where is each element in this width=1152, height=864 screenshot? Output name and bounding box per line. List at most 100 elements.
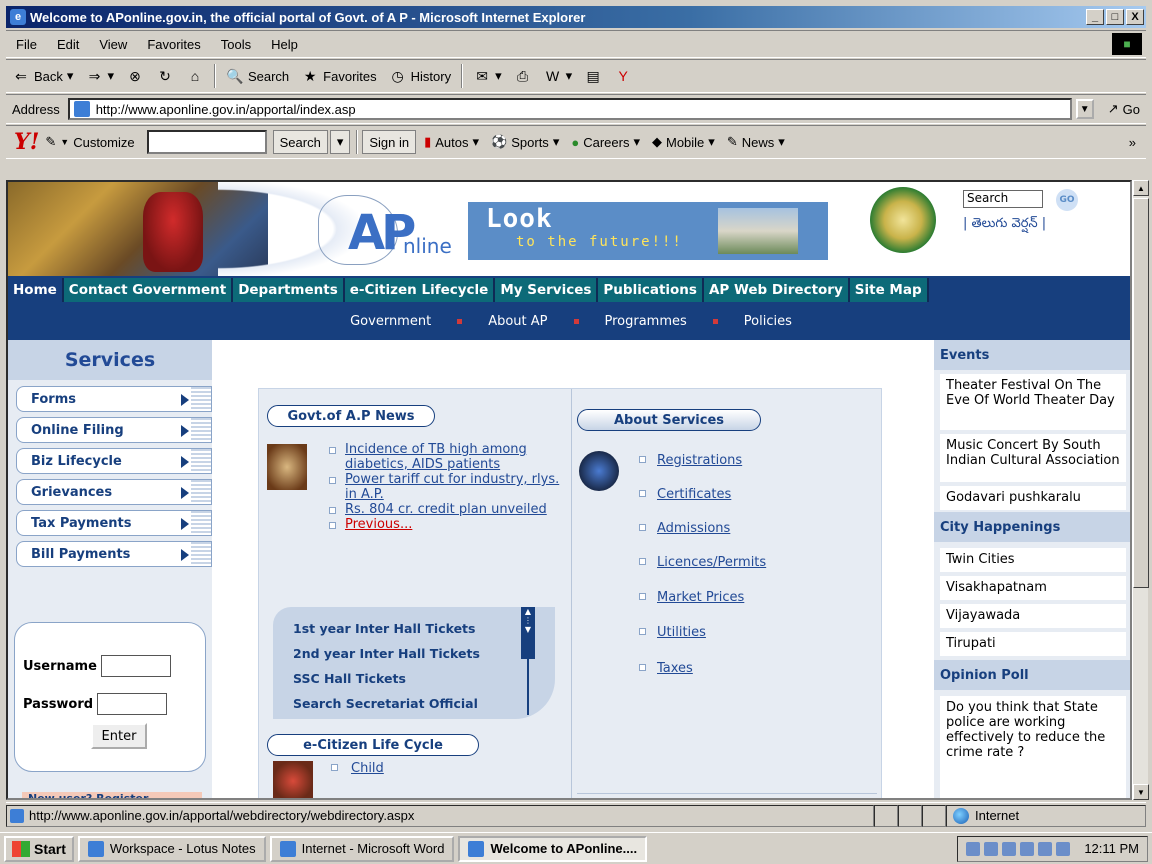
refresh-button[interactable]: ↻ (150, 67, 180, 85)
print-button[interactable]: ⎙ (508, 67, 538, 85)
hall-scrollbar[interactable]: ▲ ⋮ ▼ (521, 607, 535, 659)
tab-e-citizen-lifecycle[interactable]: e-Citizen Lifecycle (344, 278, 496, 302)
sports-link[interactable]: ⚽ Sports ▾ (485, 134, 565, 150)
telugu-version-link[interactable]: | తెలుగు వెర్షన్ | (963, 216, 1046, 234)
tray-icon[interactable] (966, 841, 981, 856)
subnav-government[interactable]: Government (334, 314, 447, 329)
menu-edit[interactable]: Edit (47, 37, 89, 52)
service-grievances[interactable]: Grievances (16, 479, 212, 505)
tray-icon[interactable] (984, 841, 999, 856)
messenger-button[interactable]: Y (608, 67, 638, 85)
search-button[interactable]: 🔍 Search (220, 67, 295, 85)
history-button[interactable]: ◷ History (383, 67, 457, 85)
tab-contact-government[interactable]: Contact Government (63, 278, 234, 302)
subnav-about-ap[interactable]: About AP (472, 314, 563, 329)
news-link[interactable]: ✎ News ▾ (721, 134, 791, 150)
hall-item-ssc[interactable]: SSC Hall Tickets (293, 671, 406, 686)
home-button[interactable]: ⌂ (180, 67, 210, 85)
tab-departments[interactable]: Departments (233, 278, 345, 302)
stop-button[interactable]: ⊗ (120, 67, 150, 85)
task-lotus-notes[interactable]: Workspace - Lotus Notes (77, 835, 266, 862)
hall-item-secretariat[interactable]: Search Secretariat Official (293, 696, 478, 711)
yahoo-search-input[interactable] (146, 130, 267, 154)
tab-my-services[interactable]: My Services (495, 278, 599, 302)
yahoo-search-dropdown[interactable]: ▾ (329, 130, 351, 154)
tab-ap-web-directory[interactable]: AP Web Directory (703, 278, 850, 302)
service-online-filing[interactable]: Online Filing (16, 417, 212, 443)
edit-word-button[interactable]: W ▾ (538, 67, 579, 85)
menu-file[interactable]: File (6, 37, 47, 52)
hall-item-2nd-year[interactable]: 2nd year Inter Hall Tickets (293, 646, 480, 661)
scroll-thumb[interactable] (1133, 198, 1149, 588)
city-twin-cities[interactable]: Twin Cities (940, 548, 1126, 572)
yahoo-search-button[interactable]: Search (272, 130, 328, 154)
close-button[interactable]: X (1126, 9, 1144, 25)
subnav-policies[interactable]: Policies (728, 314, 808, 329)
menu-help[interactable]: Help (261, 37, 308, 52)
enter-button[interactable]: Enter (91, 723, 147, 749)
event-music-concert[interactable]: Music Concert By South Indian Cultural A… (940, 434, 1126, 482)
about-licences-permits[interactable]: Licences/Permits (639, 555, 766, 570)
address-dropdown-button[interactable]: ▼ (1075, 99, 1094, 119)
start-button[interactable]: Start (4, 835, 74, 862)
tray-icon[interactable] (1020, 841, 1035, 856)
discuss-button[interactable]: ▤ (578, 67, 608, 85)
news-previous-link[interactable]: Previous... (327, 517, 567, 532)
about-market-prices[interactable]: Market Prices (639, 590, 744, 605)
scroll-up-icon[interactable]: ▲ (1133, 180, 1149, 196)
menu-view[interactable]: View (89, 37, 137, 52)
minimize-button[interactable]: _ (1086, 9, 1104, 25)
mobile-link[interactable]: ◆ Mobile ▾ (646, 134, 721, 150)
customize-button[interactable]: ✎ ▼ Customize (39, 134, 140, 150)
about-registrations[interactable]: Registrations (639, 453, 742, 468)
yahoo-logo[interactable]: Y! (14, 129, 39, 155)
mail-button[interactable]: ✉ ▾ (467, 67, 508, 85)
careers-link[interactable]: ● Careers ▾ (565, 134, 646, 150)
event-theater-festival[interactable]: Theater Festival On The Eve Of World The… (940, 374, 1126, 430)
city-tirupati[interactable]: Tirupati (940, 632, 1126, 656)
task-ie-aponline[interactable]: Welcome to APonline.... (458, 835, 648, 862)
more-chevron-icon[interactable]: » (1129, 135, 1146, 150)
forward-button[interactable]: ⇒ ▾ (79, 67, 120, 85)
menu-favorites[interactable]: Favorites (137, 37, 210, 52)
tab-home[interactable]: Home (8, 278, 64, 302)
city-visakhapatnam[interactable]: Visakhapatnam (940, 576, 1126, 600)
signin-button[interactable]: Sign in (362, 130, 417, 154)
about-taxes[interactable]: Taxes (639, 661, 693, 676)
tab-site-map[interactable]: Site Map (849, 278, 929, 302)
favorites-button[interactable]: ★ Favorites (295, 67, 382, 85)
scroll-down-icon[interactable]: ▼ (1133, 784, 1149, 800)
back-button[interactable]: ⇐ Back ▾ (6, 67, 79, 85)
new-user-register-link[interactable]: New user? Register (22, 792, 202, 798)
address-input[interactable]: http://www.aponline.gov.in/apportal/inde… (67, 98, 1072, 120)
about-utilities[interactable]: Utilities (639, 625, 706, 640)
clock[interactable]: 12:11 PM (1084, 841, 1139, 856)
hall-item-1st-year[interactable]: 1st year Inter Hall Tickets (293, 621, 475, 636)
event-godavari[interactable]: Godavari pushkaralu (940, 486, 1126, 510)
news-item-credit[interactable]: Rs. 804 cr. credit plan unveiled (327, 502, 567, 517)
menu-tools[interactable]: Tools (211, 37, 261, 52)
autos-link[interactable]: ▮ Autos ▾ (418, 134, 485, 150)
about-certificates[interactable]: Certificates (639, 487, 731, 502)
city-vijayawada[interactable]: Vijayawada (940, 604, 1126, 628)
aponline-logo[interactable]: AP nline (308, 190, 458, 272)
service-biz-lifecycle[interactable]: Biz Lifecycle (16, 448, 212, 474)
tray-icon[interactable] (1038, 841, 1053, 856)
site-search-input[interactable]: Search (963, 190, 1043, 208)
news-item-power[interactable]: Power tariff cut for industry, rlys. in … (327, 472, 567, 502)
task-word[interactable]: Internet - Microsoft Word (269, 835, 455, 862)
go-button[interactable]: ↗ Go (1102, 101, 1146, 117)
service-forms[interactable]: Forms (16, 386, 212, 412)
child-link[interactable]: Child (331, 761, 384, 776)
volume-icon[interactable] (1002, 841, 1017, 856)
site-search-go-button[interactable]: GO (1056, 189, 1078, 211)
about-admissions[interactable]: Admissions (639, 521, 730, 536)
password-input[interactable] (97, 693, 168, 715)
tab-publications[interactable]: Publications (598, 278, 704, 302)
tray-icon[interactable] (1056, 841, 1071, 856)
username-input[interactable] (100, 655, 171, 677)
vertical-scrollbar[interactable]: ▲ ▼ (1132, 180, 1149, 800)
service-bill-payments[interactable]: Bill Payments (16, 541, 212, 567)
maximize-button[interactable]: □ (1106, 9, 1124, 25)
service-tax-payments[interactable]: Tax Payments (16, 510, 212, 536)
